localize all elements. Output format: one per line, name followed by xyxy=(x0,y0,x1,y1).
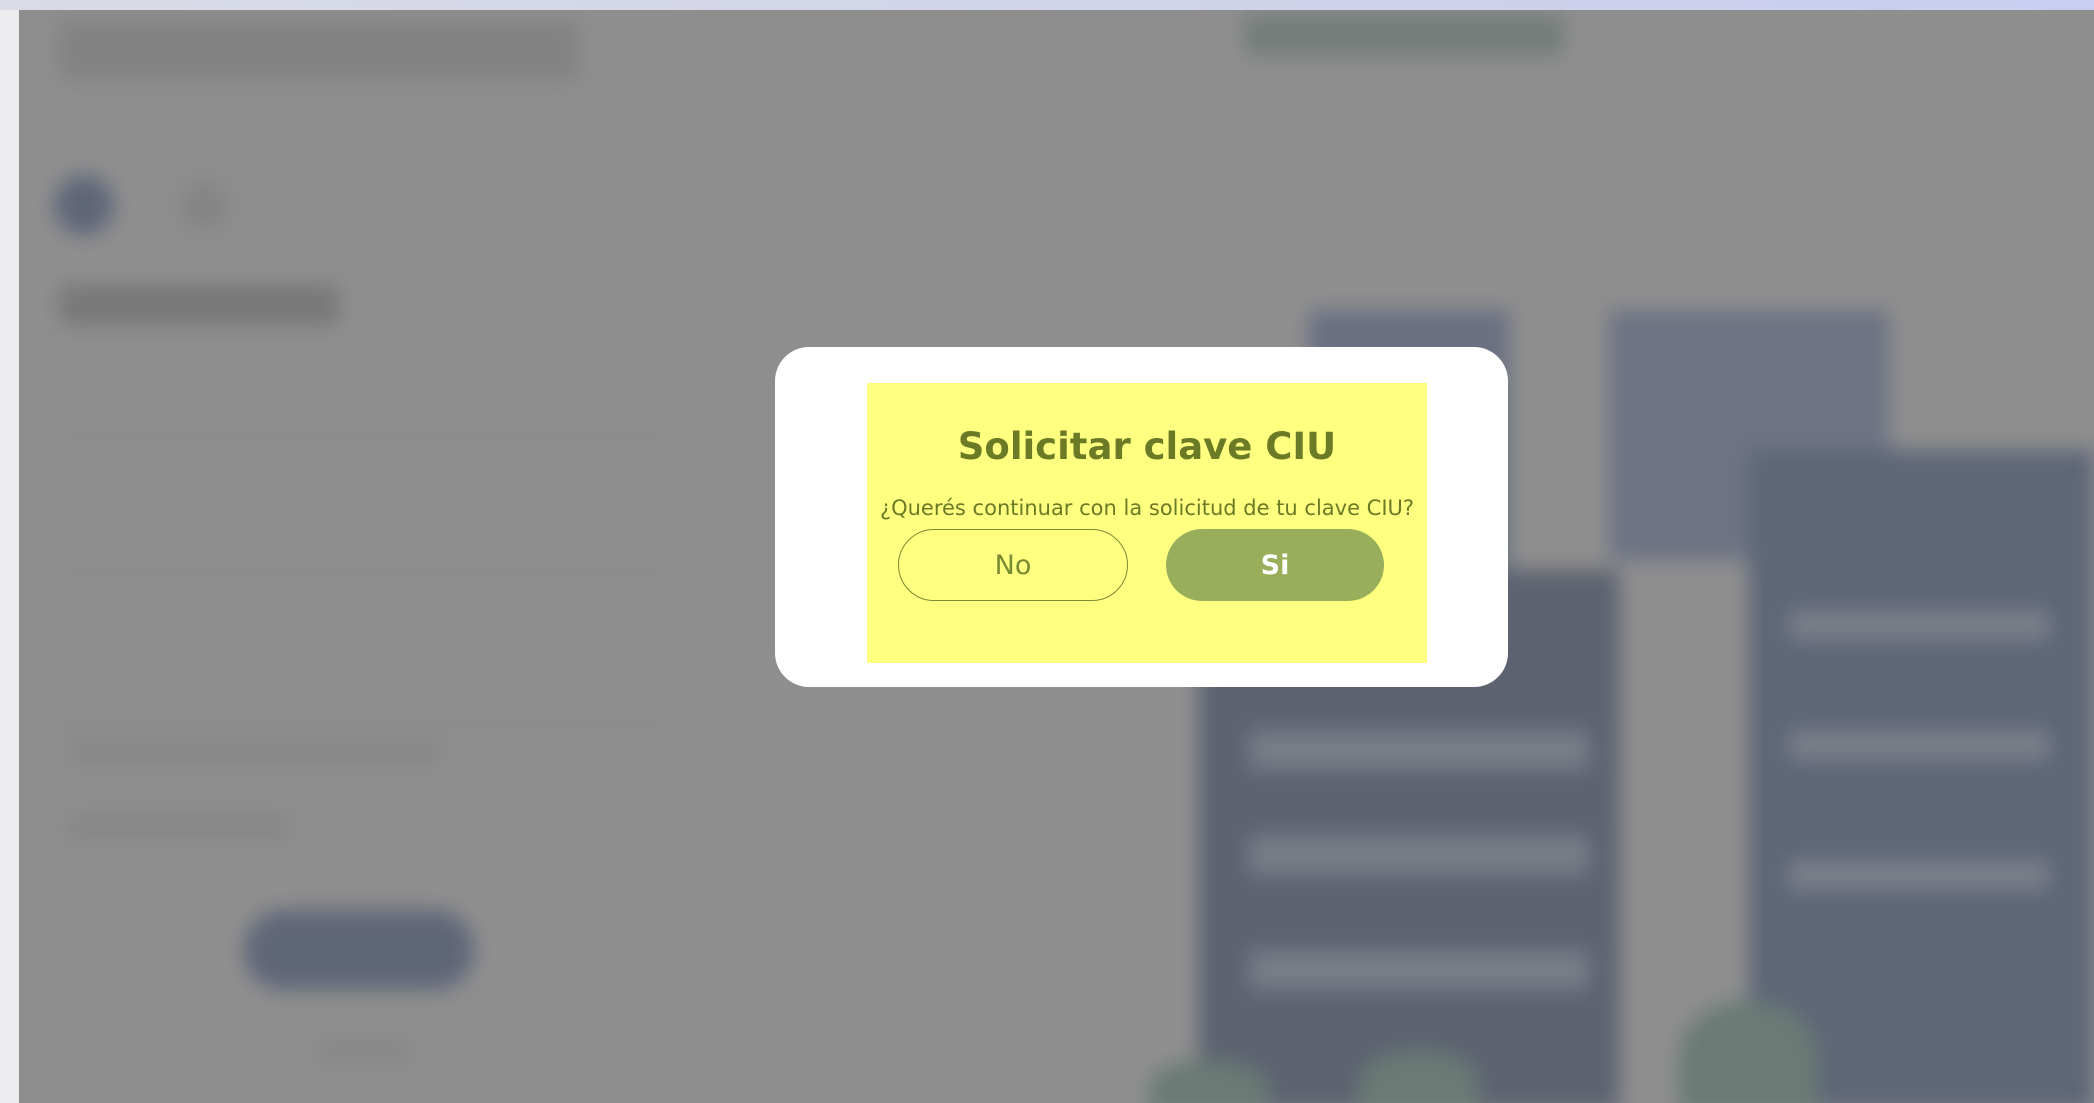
yes-button[interactable]: Si xyxy=(1166,529,1384,601)
browser-top-strip xyxy=(0,0,2094,10)
confirmation-dialog: Solicitar clave CIU ¿Querés continuar co… xyxy=(775,347,1508,687)
dialog-content-highlight: Solicitar clave CIU ¿Querés continuar co… xyxy=(867,383,1427,663)
left-gutter xyxy=(0,10,19,1103)
no-button[interactable]: No xyxy=(898,529,1128,601)
dialog-question: ¿Querés continuar con la solicitud de tu… xyxy=(879,496,1415,520)
dialog-title: Solicitar clave CIU xyxy=(957,425,1337,468)
